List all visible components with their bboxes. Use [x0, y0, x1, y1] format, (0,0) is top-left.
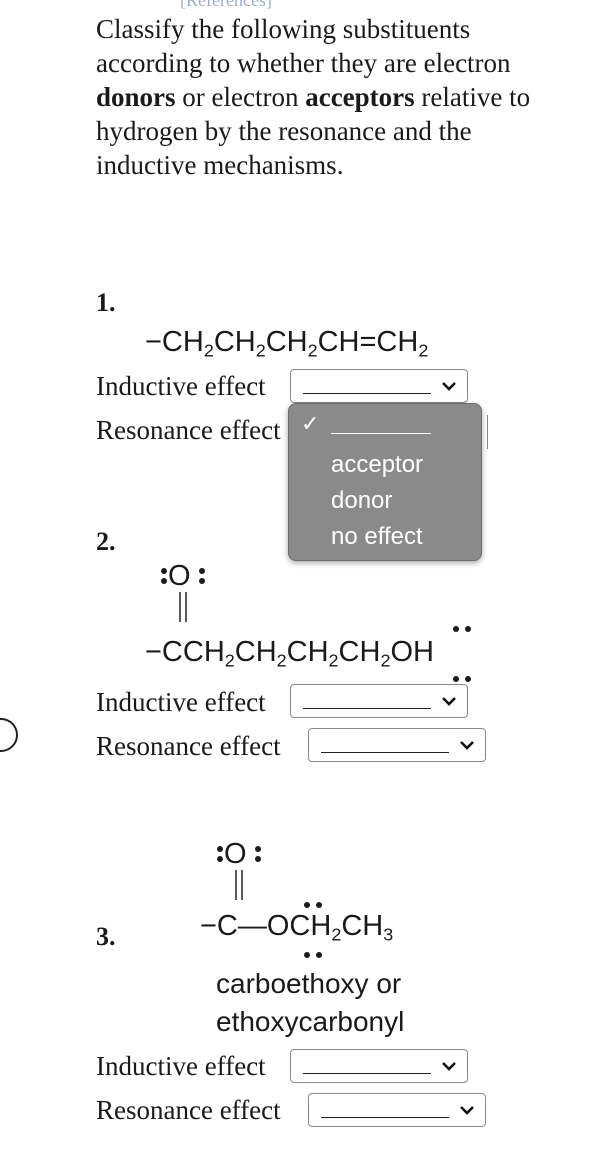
dropdown-option-acceptor[interactable]: acceptor — [331, 451, 423, 479]
dropdown-option-donor[interactable]: donor — [331, 487, 392, 515]
references-link[interactable]: [References] — [180, 0, 410, 10]
resonance-effect-select-3[interactable] — [308, 1093, 486, 1127]
resonance-effect-label: Resonance effect — [96, 1095, 281, 1125]
chevron-down-icon — [442, 697, 456, 706]
carbonyl-oxygen: O — [224, 838, 247, 870]
formula-1: −CH2CH2CH2CH=CH2 — [145, 326, 429, 361]
inductive-effect-select-3[interactable] — [290, 1049, 468, 1083]
chevron-down-icon — [460, 741, 474, 750]
double-bond-icon — [179, 592, 187, 622]
side-nav-button[interactable] — [0, 718, 18, 752]
check-icon: ✓ — [301, 412, 320, 437]
substituent-name-line2: ethoxycarbonyl — [216, 1006, 405, 1037]
resonance-effect-label: Resonance effect — [96, 415, 281, 445]
dropdown-menu[interactable]: ✓ acceptor donor no effect — [288, 403, 482, 561]
inductive-effect-label: Inductive effect — [96, 1051, 266, 1081]
instructions: Classify the following substituents acco… — [96, 14, 531, 180]
resonance-select-edge — [483, 415, 488, 449]
chevron-down-icon — [442, 382, 456, 391]
item-number: 1. — [96, 288, 116, 317]
item-number: 3. — [96, 922, 116, 951]
item-number: 2. — [96, 527, 116, 556]
substituent-name-line1: carboethoxy or — [216, 968, 402, 999]
resonance-effect-select-2[interactable] — [308, 728, 486, 762]
select-value — [303, 393, 431, 394]
inductive-effect-label: Inductive effect — [96, 371, 266, 401]
double-bond-icon — [235, 870, 243, 900]
inductive-effect-select-2[interactable] — [290, 684, 468, 718]
inductive-effect-label: Inductive effect — [96, 687, 266, 717]
chevron-down-icon — [460, 1106, 474, 1115]
resonance-effect-label: Resonance effect — [96, 731, 281, 761]
inductive-effect-select-1[interactable] — [290, 369, 468, 403]
chevron-down-icon — [442, 1062, 456, 1071]
emphasis-acceptors: acceptors — [305, 82, 415, 112]
carbonyl-oxygen: O — [168, 560, 191, 592]
formula-3: −C—OCH2CH3 — [200, 910, 394, 945]
formula-2: −CCH2CH2CH2CH2OH — [145, 636, 434, 671]
emphasis-donors: donors — [96, 82, 176, 112]
dropdown-option-blank[interactable] — [331, 433, 431, 434]
dropdown-option-no-effect[interactable]: no effect — [331, 523, 423, 551]
